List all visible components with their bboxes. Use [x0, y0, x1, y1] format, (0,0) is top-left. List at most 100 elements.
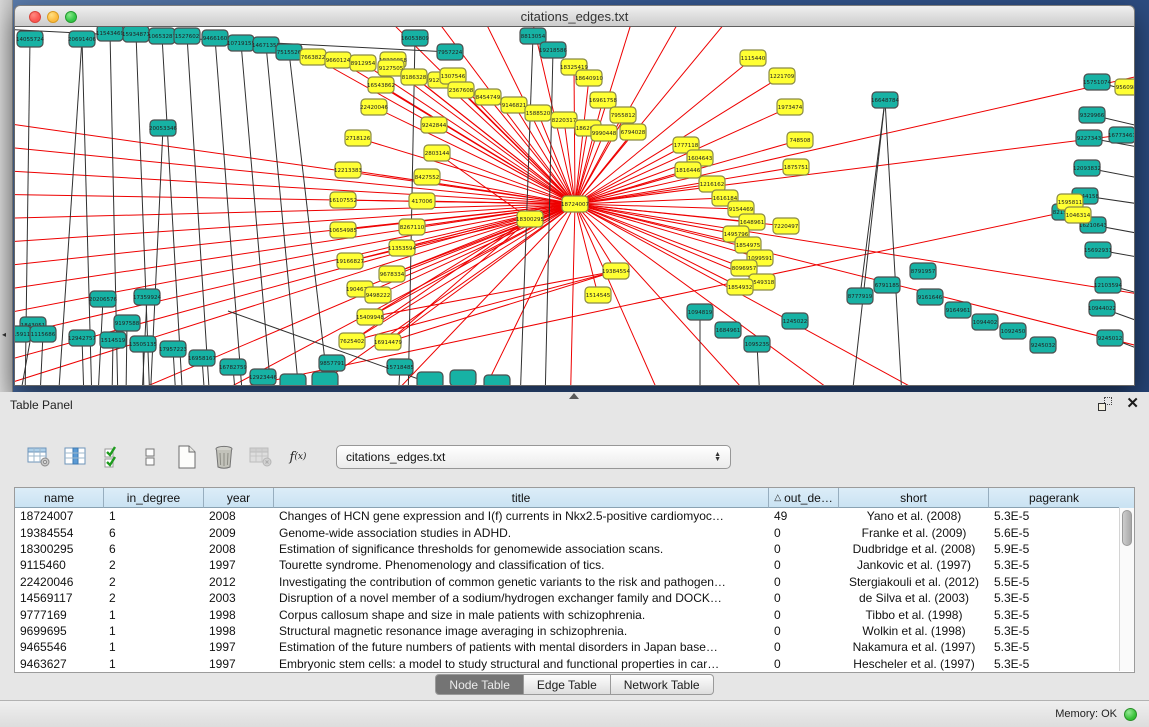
graph-node[interactable]: 8427552: [414, 169, 440, 185]
table-cell[interactable]: 5.3E-5: [989, 657, 1119, 671]
table-cell[interactable]: 5.3E-5: [989, 640, 1119, 654]
graph-node[interactable]: 9245012: [1097, 330, 1123, 346]
table-cell[interactable]: Investigating the contribution of common…: [274, 575, 769, 589]
graph-node[interactable]: 7663822: [300, 49, 326, 65]
graph-node[interactable]: 22420046: [360, 99, 388, 115]
graph-node[interactable]: 16107552: [329, 192, 357, 208]
graph-node[interactable]: 1046314: [1065, 207, 1091, 223]
table-cell[interactable]: 6: [104, 542, 204, 556]
graph-node[interactable]: 10654985: [329, 222, 357, 238]
table-cell[interactable]: 9699695: [15, 624, 104, 638]
tab-network-table[interactable]: Network Table: [611, 674, 714, 695]
table-cell[interactable]: 1: [104, 640, 204, 654]
table-cell[interactable]: Structural magnetic resonance image aver…: [274, 624, 769, 638]
table-row[interactable]: 911546021997Tourette syndrome. Phenomeno…: [15, 557, 1134, 573]
new-document-icon[interactable]: [174, 444, 200, 470]
select-columns-icon[interactable]: [63, 444, 89, 470]
table-row[interactable]: 977716911998Corpus callosum shape and si…: [15, 606, 1134, 622]
table-cell[interactable]: 9115460: [15, 558, 104, 572]
graph-node[interactable]: 9990448: [591, 125, 617, 141]
graph-node[interactable]: 1514519: [100, 332, 126, 348]
table-cell[interactable]: 2: [104, 591, 204, 605]
graph-node[interactable]: 16543862: [367, 77, 395, 93]
table-cell[interactable]: Embryonic stem cells: a model to study s…: [274, 657, 769, 671]
graph-node[interactable]: 1092450: [1000, 323, 1026, 339]
graph-node[interactable]: 417006: [409, 193, 435, 209]
graph-node[interactable]: 748508: [787, 132, 813, 148]
table-cell[interactable]: Disruption of a novel member of a sodium…: [274, 591, 769, 605]
graph-node[interactable]: 12093832: [1073, 160, 1101, 176]
graph-node[interactable]: 6794028: [620, 124, 646, 140]
graph-node[interactable]: 19384554: [602, 263, 630, 279]
tab-node-table[interactable]: Node Table: [435, 674, 524, 695]
column-header-indegree[interactable]: in_degree: [104, 488, 204, 508]
table-cell[interactable]: 1997: [204, 657, 274, 671]
table-row[interactable]: 2242004622012Investigating the contribut…: [15, 574, 1134, 590]
graph-node[interactable]: 8267110: [399, 219, 425, 235]
graph-node[interactable]: 7955812: [610, 107, 636, 123]
table-selector-dropdown[interactable]: citations_edges.txt ▲▼: [336, 445, 731, 469]
graph-node[interactable]: [280, 374, 306, 385]
scrollbar-thumb[interactable]: [1122, 510, 1132, 546]
table-row[interactable]: 946362711997Embryonic stem cells: a mode…: [15, 656, 1134, 672]
graph-node[interactable]: [450, 370, 476, 385]
graph-node[interactable]: 18300295: [516, 211, 544, 227]
graph-node[interactable]: 16773461: [1108, 127, 1134, 143]
table-cell[interactable]: Genome-wide association studies in ADHD.: [274, 526, 769, 540]
graph-node[interactable]: 9164961: [945, 302, 971, 318]
graph-node[interactable]: 9660124: [325, 52, 351, 68]
table-row[interactable]: 1456911722003Disruption of a novel membe…: [15, 590, 1134, 606]
graph-node[interactable]: 15409948: [356, 309, 384, 325]
graph-node[interactable]: 19218586: [539, 42, 567, 58]
table-cell[interactable]: 1997: [204, 558, 274, 572]
graph-node[interactable]: 1527602: [174, 28, 200, 44]
graph-node[interactable]: 9466160: [202, 30, 228, 46]
table-row[interactable]: 1872400712008Changes of HCN gene express…: [15, 508, 1134, 524]
graph-node[interactable]: [312, 372, 338, 385]
table-cell[interactable]: 0: [769, 558, 839, 572]
table-cell[interactable]: 1997: [204, 640, 274, 654]
table-cell[interactable]: 5.5E-5: [989, 575, 1119, 589]
table-cell[interactable]: 1: [104, 509, 204, 523]
table-cell[interactable]: 19384554: [15, 526, 104, 540]
trash-icon[interactable]: [211, 444, 237, 470]
function-builder-icon[interactable]: f(x): [285, 444, 311, 470]
graph-node[interactable]: 9146821: [501, 97, 527, 113]
graph-node[interactable]: 16648784: [871, 92, 899, 108]
table-cell[interactable]: 1: [104, 657, 204, 671]
column-header-title[interactable]: title: [274, 488, 769, 508]
graph-node[interactable]: 9498222: [365, 287, 391, 303]
table-cell[interactable]: 1998: [204, 624, 274, 638]
graph-node[interactable]: 17957223: [159, 341, 187, 357]
table-cell[interactable]: Jankovic et al. (1997): [839, 558, 989, 572]
graph-node[interactable]: 18640910: [575, 70, 603, 86]
graph-node[interactable]: 20053346: [149, 120, 177, 136]
graph-node[interactable]: 1095235: [744, 336, 770, 352]
graph-node[interactable]: [484, 375, 510, 385]
graph-node[interactable]: 18724007: [561, 196, 589, 212]
graph-node[interactable]: 16958167: [188, 350, 216, 366]
graph-node[interactable]: 3915911: [15, 326, 31, 342]
graph-node[interactable]: 19166827: [336, 253, 364, 269]
graph-node[interactable]: [417, 372, 443, 385]
table-cell[interactable]: Estimation of the future numbers of pati…: [274, 640, 769, 654]
graph-node[interactable]: 8220317: [551, 112, 577, 128]
graph-node[interactable]: 16914479: [374, 334, 402, 350]
graph-node[interactable]: 14055724: [16, 31, 44, 47]
table-cell[interactable]: 1998: [204, 608, 274, 622]
table-cell[interactable]: 49: [769, 509, 839, 523]
table-cell[interactable]: 0: [769, 542, 839, 556]
table-cell[interactable]: 6: [104, 526, 204, 540]
column-header-name[interactable]: name: [15, 488, 104, 508]
column-header-short[interactable]: short: [839, 488, 989, 508]
select-all-checks-icon[interactable]: [100, 444, 126, 470]
table-cell[interactable]: 5.6E-5: [989, 526, 1119, 540]
table-cell[interactable]: 18300295: [15, 542, 104, 556]
table-cell[interactable]: Tourette syndrome. Phenomenology and cla…: [274, 558, 769, 572]
table-cell[interactable]: Wolkin et al. (1998): [839, 624, 989, 638]
graph-node[interactable]: 9245032: [1030, 337, 1056, 353]
graph-node[interactable]: 16053809: [401, 30, 429, 46]
table-cell[interactable]: de Silva et al. (2003): [839, 591, 989, 605]
graph-node[interactable]: 8777919: [847, 288, 873, 304]
graph-node[interactable]: 6791185: [874, 277, 900, 293]
